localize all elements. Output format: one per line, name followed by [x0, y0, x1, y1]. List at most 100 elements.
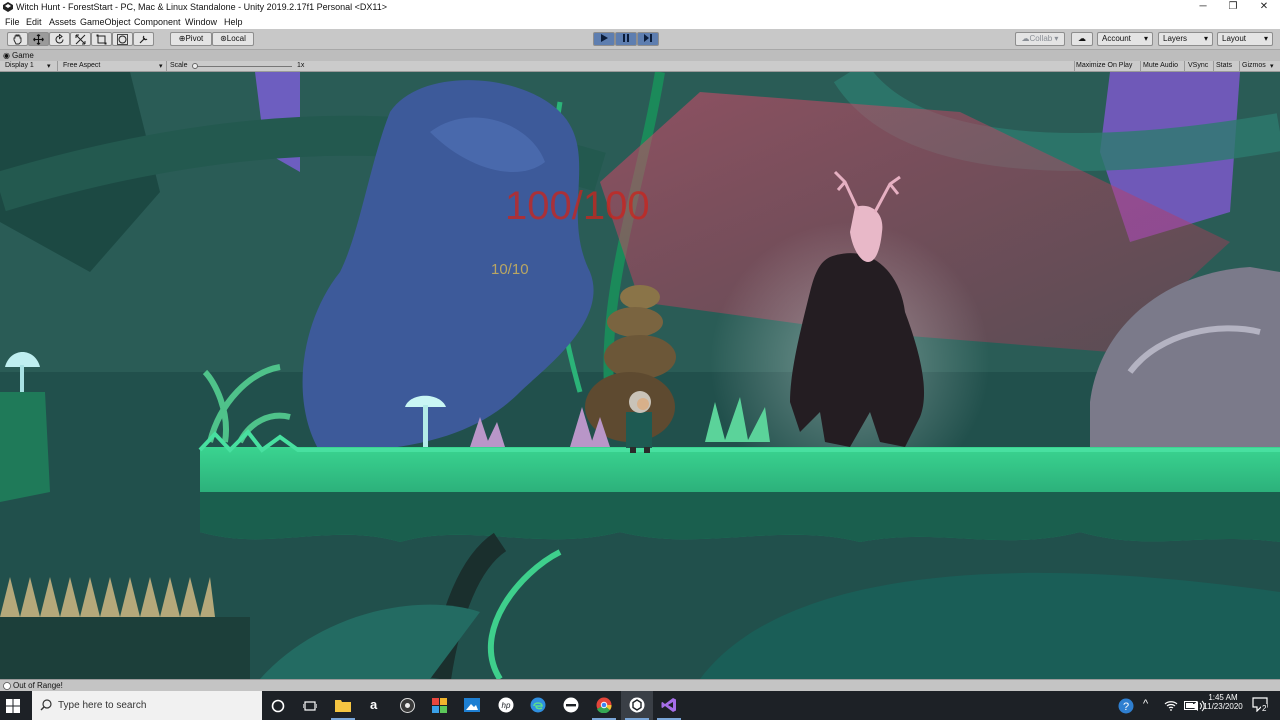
help-tray-button[interactable]: ?	[1118, 698, 1134, 714]
rect-tool-button[interactable]	[91, 32, 112, 46]
custom-tool-button[interactable]	[133, 32, 154, 46]
game-view-controls: Display 1 ▾ Free Aspect ▾ Scale 1x Maxim…	[0, 61, 1280, 72]
menu-assets[interactable]: Assets	[49, 17, 76, 27]
dark-app[interactable]	[555, 691, 587, 720]
scale-tool-button[interactable]	[70, 32, 91, 46]
window-title-bar[interactable]: Witch Hunt - ForestStart - PC, Mac & Lin…	[0, 0, 1280, 15]
task-view-button[interactable]	[294, 691, 326, 720]
dropdown-arrow-icon: ▾	[47, 63, 51, 70]
separator	[166, 61, 167, 71]
stats-toggle[interactable]: Stats	[1216, 62, 1232, 69]
rect-transform-icon	[96, 34, 107, 45]
dropdown-arrow-icon: ▾	[159, 63, 163, 70]
display-dropdown[interactable]: Display 1	[5, 62, 34, 69]
amazon-app[interactable]: a	[359, 691, 391, 720]
hand-icon	[13, 34, 22, 45]
mute-audio-toggle[interactable]: Mute Audio	[1143, 62, 1178, 69]
game-scene	[0, 72, 1280, 679]
cloud-small-icon: ☁	[1021, 34, 1030, 43]
game-viewport[interactable]: 100/100 10/10	[0, 72, 1280, 679]
collab-dropdown[interactable]: ☁Collab ▾	[1015, 32, 1065, 46]
aspect-dropdown[interactable]: Free Aspect	[63, 62, 100, 69]
menu-component[interactable]: Component	[134, 17, 181, 27]
maximize-on-play-toggle[interactable]: Maximize On Play	[1076, 62, 1132, 69]
media-app[interactable]	[391, 691, 423, 720]
layout-dropdown[interactable]: Layout ▾	[1217, 32, 1273, 46]
menu-window[interactable]: Window	[185, 17, 217, 27]
local-toggle[interactable]: ⊛Local	[212, 32, 254, 46]
move-tool-button[interactable]	[28, 32, 49, 46]
player-health-text: 10/10	[491, 261, 529, 278]
dropdown-arrow-icon: ▾	[1263, 34, 1268, 43]
layers-dropdown[interactable]: Layers ▾	[1158, 32, 1213, 46]
close-button[interactable]: ✕	[1248, 0, 1280, 15]
windows-logo-icon	[6, 699, 20, 713]
unity-logo-icon	[3, 2, 13, 12]
scale-slider-track[interactable]	[195, 66, 292, 67]
maximize-button[interactable]: ❐	[1217, 0, 1249, 15]
separator	[1140, 61, 1141, 71]
file-explorer-app[interactable]	[327, 691, 359, 720]
account-label: Account	[1102, 34, 1131, 43]
scale-icon	[75, 34, 86, 45]
minimize-button[interactable]: ─	[1187, 0, 1219, 15]
menu-help[interactable]: Help	[224, 17, 243, 27]
game-view-tab-bar: ◉ Game	[0, 49, 1280, 61]
console-last-message: Out of Range!	[13, 681, 63, 690]
cortana-button[interactable]	[262, 691, 294, 720]
transform-tool-button[interactable]	[112, 32, 133, 46]
boss-health-text: 100/100	[505, 184, 650, 228]
help-question-icon: ?	[1118, 698, 1134, 714]
chrome-app[interactable]	[588, 691, 620, 720]
paint-app[interactable]	[423, 691, 455, 720]
photos-app[interactable]	[456, 691, 488, 720]
unity-app[interactable]	[621, 691, 653, 720]
visual-studio-app[interactable]	[653, 691, 685, 720]
search-icon	[40, 699, 52, 711]
minus-circle-icon	[563, 697, 579, 713]
notification-center-button[interactable]: 2	[1252, 697, 1270, 715]
separator	[1184, 61, 1185, 71]
clock[interactable]: 1:45 AM 11/23/2020	[1198, 693, 1248, 711]
separator	[1213, 61, 1214, 71]
media-disc-icon	[400, 698, 415, 713]
step-button[interactable]	[637, 32, 659, 46]
play-button[interactable]	[593, 32, 615, 46]
hp-logo-icon: hp	[498, 697, 514, 713]
menu-file[interactable]: File	[5, 17, 20, 27]
console-status-bar[interactable]: Out of Range!	[0, 679, 1280, 691]
start-button[interactable]	[6, 699, 20, 713]
hp-app[interactable]: hp	[490, 691, 522, 720]
main-toolbar: ⊕Pivot ⊛Local ☁Collab ▾ ☁ Account ▾ Layer…	[0, 29, 1280, 49]
dropdown-arrow-icon: ▾	[1143, 34, 1148, 43]
chevron-up-icon[interactable]: ^	[1143, 698, 1148, 710]
menu-edit[interactable]: Edit	[26, 17, 42, 27]
services-button[interactable]: ☁	[1071, 32, 1093, 46]
pivot-toggle[interactable]: ⊕Pivot	[170, 32, 212, 46]
game-tab[interactable]: Game	[12, 51, 34, 60]
left-ledge	[0, 392, 50, 502]
dropdown-arrow-icon: ▾	[1270, 63, 1274, 70]
taskbar-search-box[interactable]: Type here to search	[32, 691, 262, 720]
folder-icon	[335, 700, 351, 712]
transform-icon	[117, 34, 128, 45]
platform-underside	[200, 492, 1280, 542]
menu-gameobject[interactable]: GameObject	[80, 17, 131, 27]
play-icon	[601, 34, 608, 42]
clock-time: 1:45 AM	[1208, 693, 1238, 702]
scale-slider-handle[interactable]	[192, 63, 198, 69]
edge-app[interactable]	[522, 691, 554, 720]
dropdown-arrow-icon: ▾	[1203, 34, 1208, 43]
pause-button[interactable]	[615, 32, 637, 46]
account-dropdown[interactable]: Account ▾	[1097, 32, 1153, 46]
amazon-icon: a	[370, 697, 378, 712]
hand-tool-button[interactable]	[7, 32, 28, 46]
vsync-toggle[interactable]: VSync	[1188, 62, 1208, 69]
stone	[604, 335, 676, 379]
cloud-icon: ☁	[1078, 34, 1086, 43]
photos-icon	[464, 698, 480, 712]
wifi-icon[interactable]	[1164, 700, 1178, 711]
separator	[1239, 61, 1240, 71]
rotate-tool-button[interactable]	[49, 32, 70, 46]
gizmos-dropdown[interactable]: Gizmos	[1242, 62, 1266, 69]
